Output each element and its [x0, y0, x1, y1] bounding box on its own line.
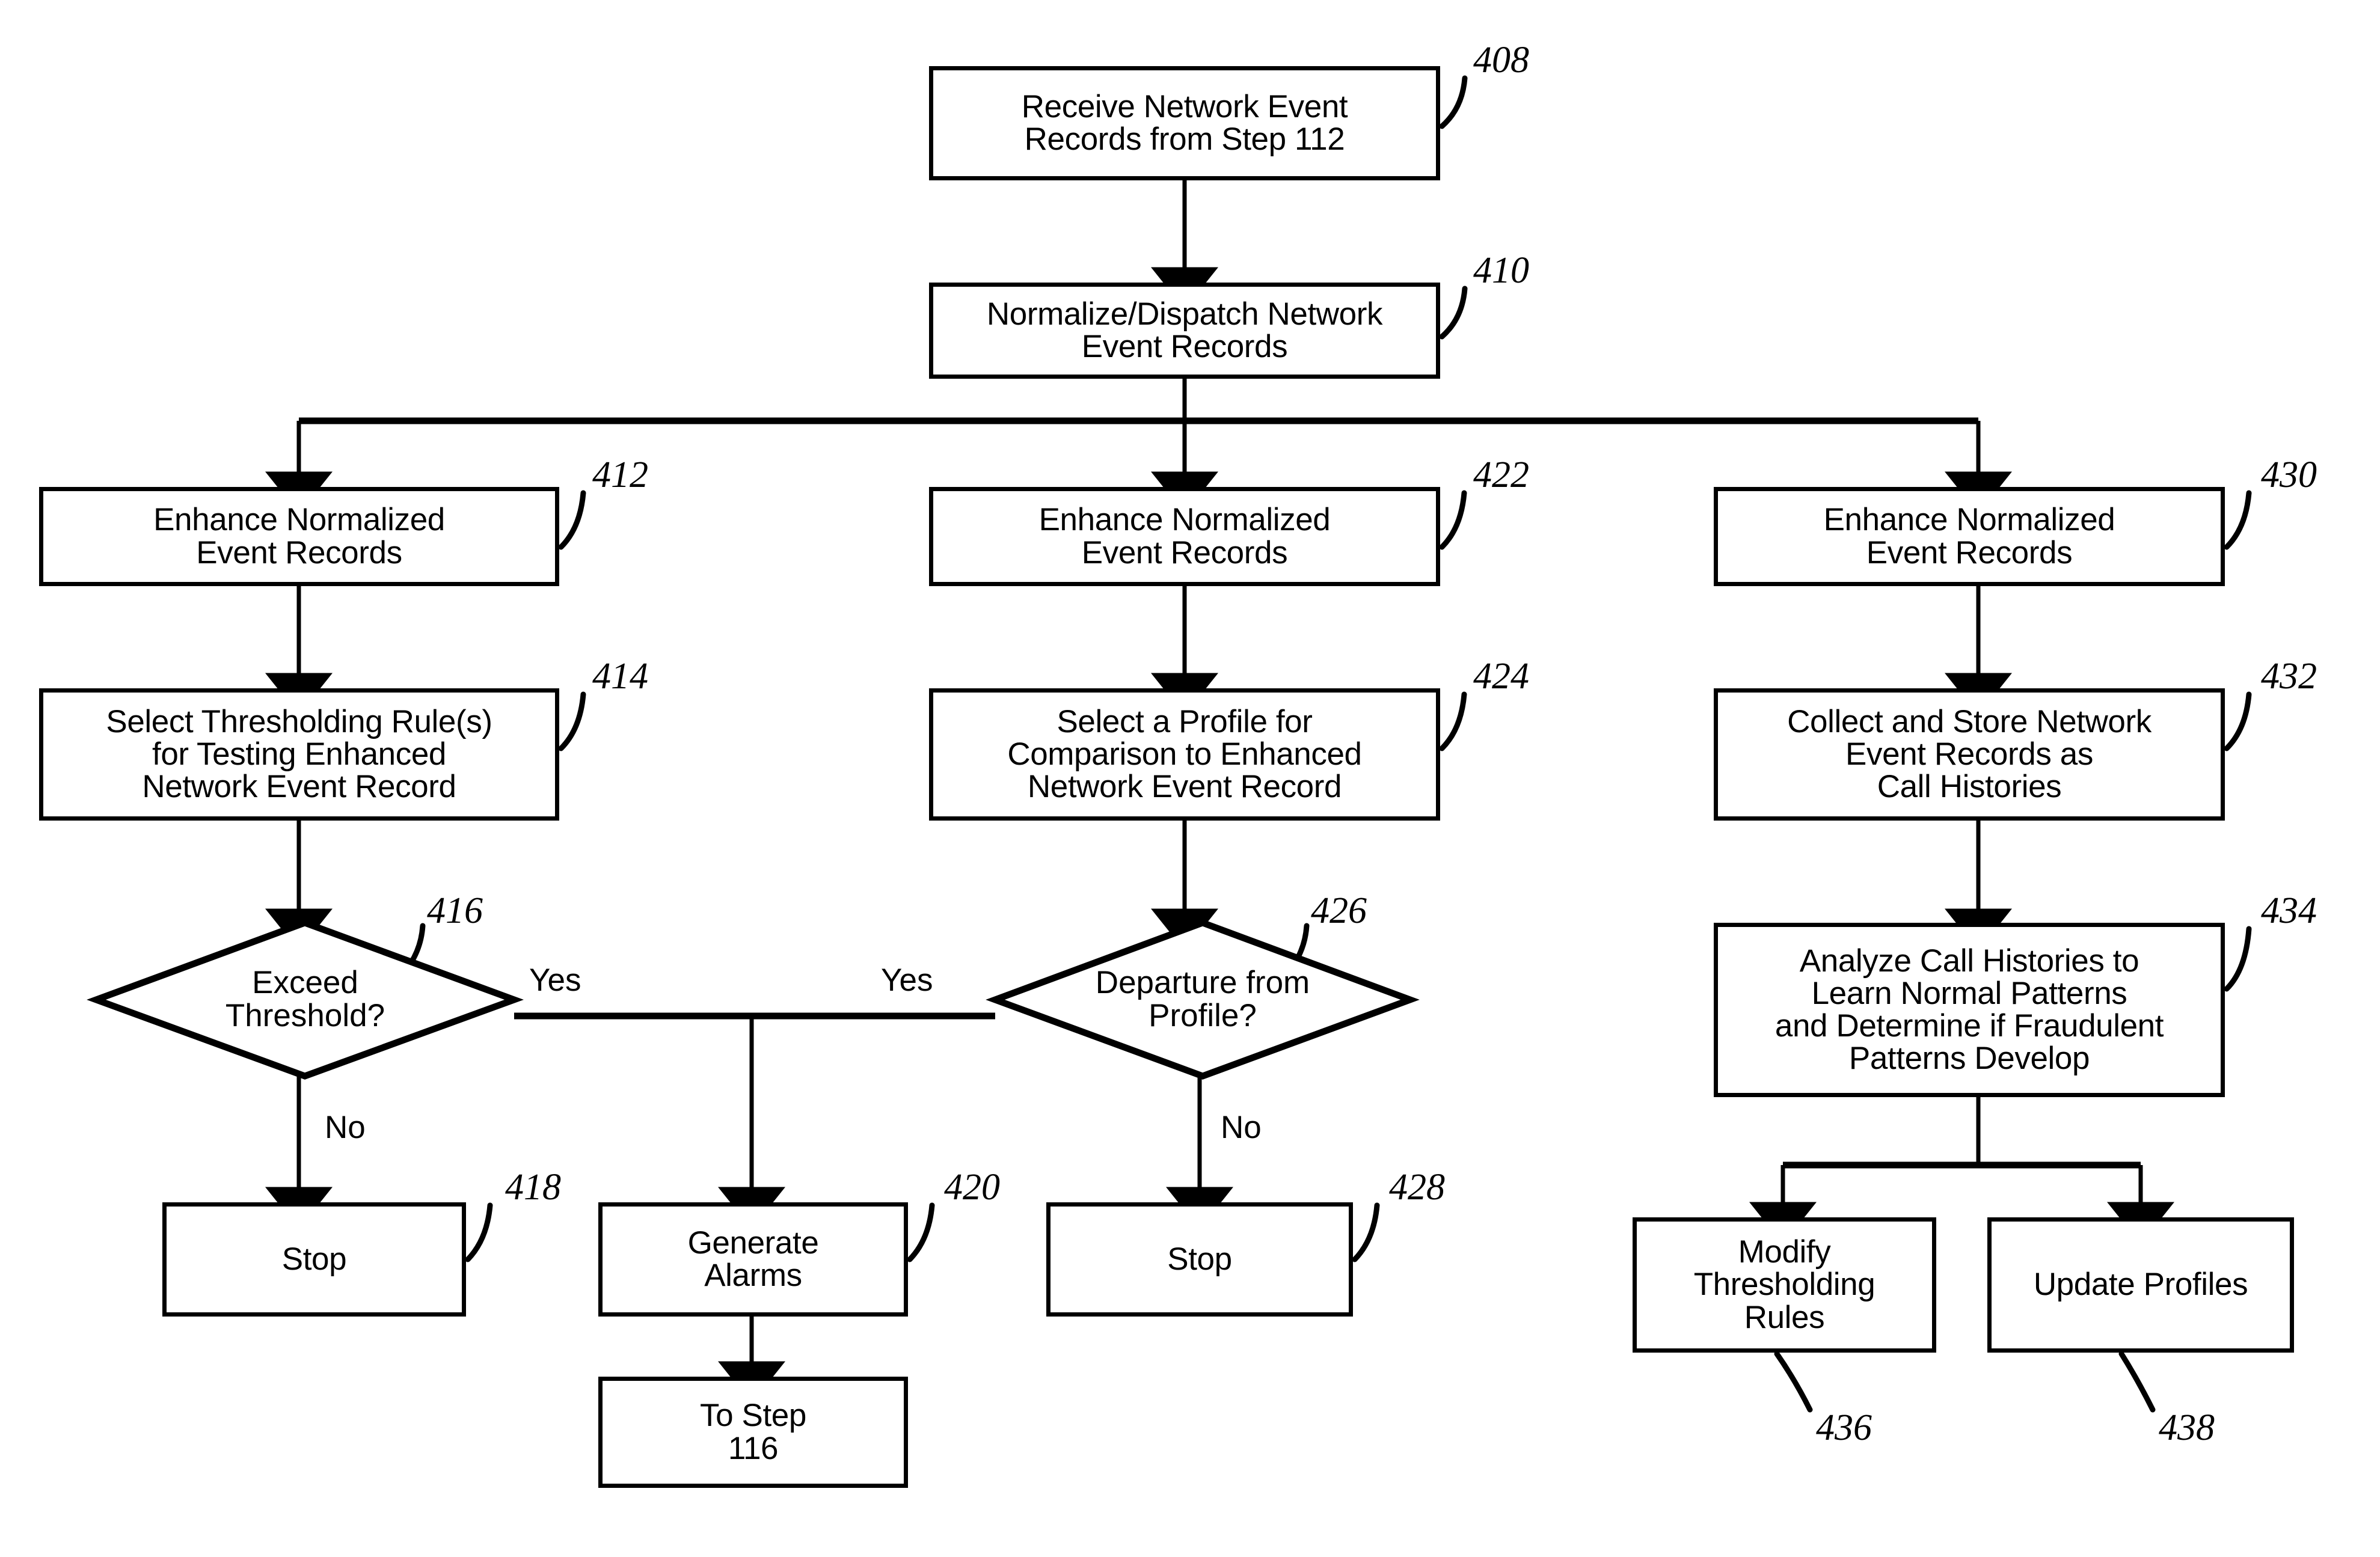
- node-430-label: Enhance Normalized Event Records: [1823, 502, 2115, 570]
- ref-number-416: 416: [427, 890, 483, 932]
- leader-434: [2224, 926, 2252, 992]
- leader-422: [1439, 490, 1467, 550]
- node-436-label: Modify Thresholding Rules: [1693, 1234, 1875, 1335]
- node-432-label: Collect and Store Network Event Records …: [1787, 703, 2152, 805]
- ref-number-408-text: 408: [1473, 40, 1529, 81]
- ref-number-412-text: 412: [592, 454, 648, 495]
- edge-label-yes-left: Yes: [529, 962, 581, 999]
- edge-label-no-middle-text: No: [1221, 1110, 1262, 1145]
- node-424[interactable]: Select a Profile for Comparison to Enhan…: [929, 688, 1440, 821]
- ref-number-424-text: 424: [1473, 656, 1529, 697]
- node-410[interactable]: Normalize/Dispatch Network Event Records: [929, 283, 1440, 379]
- leader-412: [558, 490, 586, 550]
- leader-424: [1439, 691, 1467, 751]
- leader-428: [1352, 1202, 1380, 1262]
- ref-number-410-text: 410: [1473, 250, 1529, 291]
- node-422-label: Enhance Normalized Event Records: [1038, 502, 1331, 570]
- leader-432: [2224, 691, 2252, 751]
- node-434[interactable]: Analyze Call Histories to Learn Normal P…: [1714, 923, 2225, 1097]
- node-410-label: Normalize/Dispatch Network Event Records: [986, 296, 1383, 364]
- edge-label-yes-right: Yes: [881, 962, 933, 999]
- node-420[interactable]: Generate Alarms: [598, 1202, 908, 1317]
- ref-number-420-text: 420: [944, 1167, 1000, 1208]
- node-438-label: Update Profiles: [2033, 1267, 2248, 1303]
- node-to-step-116-label: To Step 116: [700, 1398, 806, 1466]
- edge-label-no-middle: No: [1221, 1109, 1262, 1146]
- node-422[interactable]: Enhance Normalized Event Records: [929, 487, 1440, 586]
- node-408[interactable]: Receive Network Event Records from Step …: [929, 66, 1440, 180]
- leader-436: [1774, 1351, 1813, 1413]
- ref-number-414: 414: [592, 655, 648, 698]
- edge-label-no-left-text: No: [325, 1110, 366, 1145]
- node-408-label: Receive Network Event Records from Step …: [1021, 88, 1348, 157]
- node-418[interactable]: Stop: [162, 1202, 466, 1317]
- ref-number-430-text: 430: [2261, 454, 2317, 495]
- leader-438: [2118, 1351, 2156, 1413]
- decision-416-shape: [87, 919, 524, 1080]
- ref-number-436: 436: [1816, 1407, 1872, 1449]
- ref-number-434-text: 434: [2261, 890, 2317, 931]
- node-414[interactable]: Select Thresholding Rule(s) for Testing …: [39, 688, 559, 821]
- ref-number-410: 410: [1473, 249, 1529, 292]
- ref-number-422: 422: [1473, 454, 1529, 497]
- leader-408: [1439, 75, 1468, 129]
- ref-number-422-text: 422: [1473, 454, 1529, 495]
- ref-number-432-text: 432: [2261, 656, 2317, 697]
- leader-418: [465, 1202, 493, 1262]
- node-438[interactable]: Update Profiles: [1987, 1217, 2294, 1353]
- node-414-label: Select Thresholding Rule(s) for Testing …: [106, 703, 492, 805]
- leader-414: [558, 691, 586, 751]
- node-432[interactable]: Collect and Store Network Event Records …: [1714, 688, 2225, 821]
- node-434-label: Analyze Call Histories to Learn Normal P…: [1774, 943, 2164, 1077]
- ref-number-426-text: 426: [1311, 890, 1367, 931]
- patent-flowchart-figure: Receive Network Event Records from Step …: [0, 0, 2380, 1557]
- ref-number-428-text: 428: [1389, 1167, 1445, 1208]
- node-424-label: Select a Profile for Comparison to Enhan…: [1007, 703, 1362, 805]
- leader-420: [907, 1202, 935, 1262]
- ref-number-414-text: 414: [592, 656, 648, 697]
- ref-number-432: 432: [2261, 655, 2317, 698]
- ref-number-418-text: 418: [505, 1167, 561, 1208]
- ref-number-418: 418: [505, 1166, 561, 1209]
- ref-number-434: 434: [2261, 890, 2317, 932]
- ref-number-412: 412: [592, 454, 648, 497]
- node-430[interactable]: Enhance Normalized Event Records: [1714, 487, 2225, 586]
- ref-number-438-text: 438: [2159, 1407, 2215, 1448]
- node-428-label: Stop: [1167, 1241, 1232, 1277]
- ref-number-426: 426: [1311, 890, 1367, 932]
- ref-number-438: 438: [2159, 1407, 2215, 1449]
- ref-number-428: 428: [1389, 1166, 1445, 1209]
- edge-label-yes-left-text: Yes: [529, 962, 581, 998]
- node-418-label: Stop: [281, 1241, 347, 1277]
- ref-number-430: 430: [2261, 454, 2317, 497]
- edge-label-no-left: No: [325, 1109, 366, 1146]
- decision-426-shape: [986, 919, 1420, 1080]
- node-436[interactable]: Modify Thresholding Rules: [1633, 1217, 1936, 1353]
- leader-410: [1439, 286, 1468, 340]
- node-412[interactable]: Enhance Normalized Event Records: [39, 487, 559, 586]
- ref-number-408: 408: [1473, 39, 1529, 82]
- edge-label-yes-right-text: Yes: [881, 962, 933, 998]
- ref-number-436-text: 436: [1816, 1407, 1872, 1448]
- node-to-step-116[interactable]: To Step 116: [598, 1377, 908, 1488]
- ref-number-424: 424: [1473, 655, 1529, 698]
- node-420-label: Generate Alarms: [687, 1225, 819, 1293]
- node-428[interactable]: Stop: [1046, 1202, 1353, 1317]
- ref-number-420: 420: [944, 1166, 1000, 1209]
- ref-number-416-text: 416: [427, 890, 483, 931]
- leader-430: [2224, 490, 2252, 550]
- node-412-label: Enhance Normalized Event Records: [153, 502, 445, 570]
